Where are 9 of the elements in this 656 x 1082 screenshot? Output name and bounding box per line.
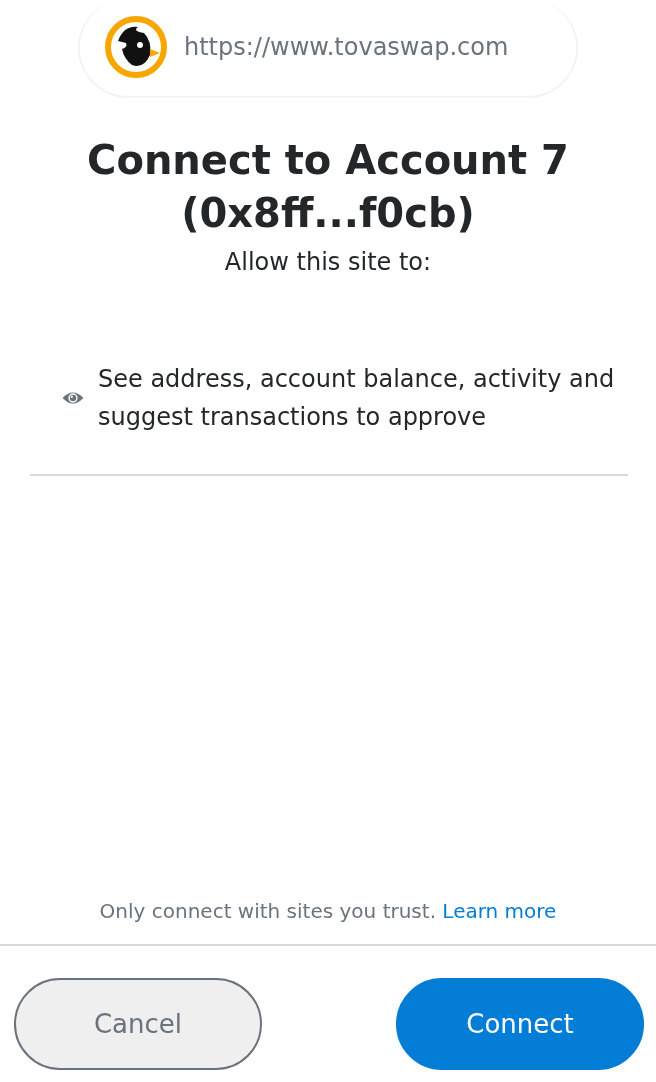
connect-button[interactable]: Connect bbox=[396, 978, 644, 1070]
trust-note: Only connect with sites you trust. Learn more bbox=[98, 898, 558, 925]
dialog-title: Connect to Account 7 (0x8ff...f0cb) bbox=[86, 136, 570, 238]
site-url: https://www.tovaswap.com bbox=[184, 32, 509, 63]
learn-more-link[interactable]: Learn more bbox=[442, 899, 557, 923]
permission-text: See address, account balance, activity and suggest transactions to approve bbox=[98, 363, 616, 433]
cancel-button[interactable]: Cancel bbox=[14, 978, 262, 1070]
permission-heading: Allow this site to: bbox=[223, 246, 433, 278]
bird-logo-icon bbox=[104, 15, 168, 79]
